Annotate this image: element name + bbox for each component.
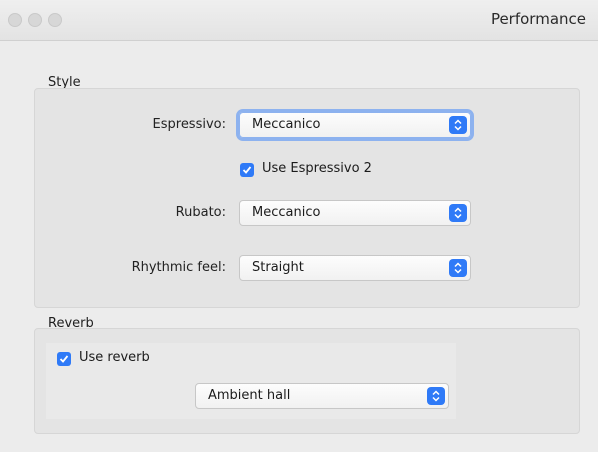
chevron-up-down-icon xyxy=(449,204,467,222)
chevron-up-down-icon xyxy=(427,387,445,405)
rubato-label: Rubato: xyxy=(175,205,226,220)
rubato-value: Meccanico xyxy=(252,205,321,220)
chevron-up-down-icon xyxy=(449,259,467,277)
reverb-preset-value: Ambient hall xyxy=(208,388,291,403)
rhythmic-feel-label: Rhythmic feel: xyxy=(131,260,226,275)
use-reverb-label[interactable]: Use reverb xyxy=(79,350,150,365)
rhythmic-feel-value: Straight xyxy=(252,260,304,275)
minimize-button[interactable] xyxy=(28,13,42,27)
espressivo-label: Espressivo: xyxy=(152,117,226,132)
close-button[interactable] xyxy=(8,13,22,27)
performance-window: Performance Style Espressivo: Meccanico … xyxy=(0,0,598,452)
use-espressivo-2-checkbox[interactable] xyxy=(240,163,254,177)
espressivo-value: Meccanico xyxy=(252,117,321,132)
rhythmic-feel-popup[interactable]: Straight xyxy=(239,255,471,281)
use-espressivo-2-label[interactable]: Use Espressivo 2 xyxy=(262,161,372,176)
zoom-button[interactable] xyxy=(48,13,62,27)
checkmark-icon xyxy=(59,355,69,363)
window-title: Performance xyxy=(490,10,586,28)
use-reverb-checkbox[interactable] xyxy=(57,352,71,366)
reverb-preset-popup[interactable]: Ambient hall xyxy=(195,383,449,409)
checkmark-icon xyxy=(242,166,252,174)
chevron-up-down-icon xyxy=(449,116,467,134)
rubato-popup[interactable]: Meccanico xyxy=(239,200,471,226)
title-bar: Performance xyxy=(0,0,598,41)
espressivo-popup[interactable]: Meccanico xyxy=(239,112,471,138)
